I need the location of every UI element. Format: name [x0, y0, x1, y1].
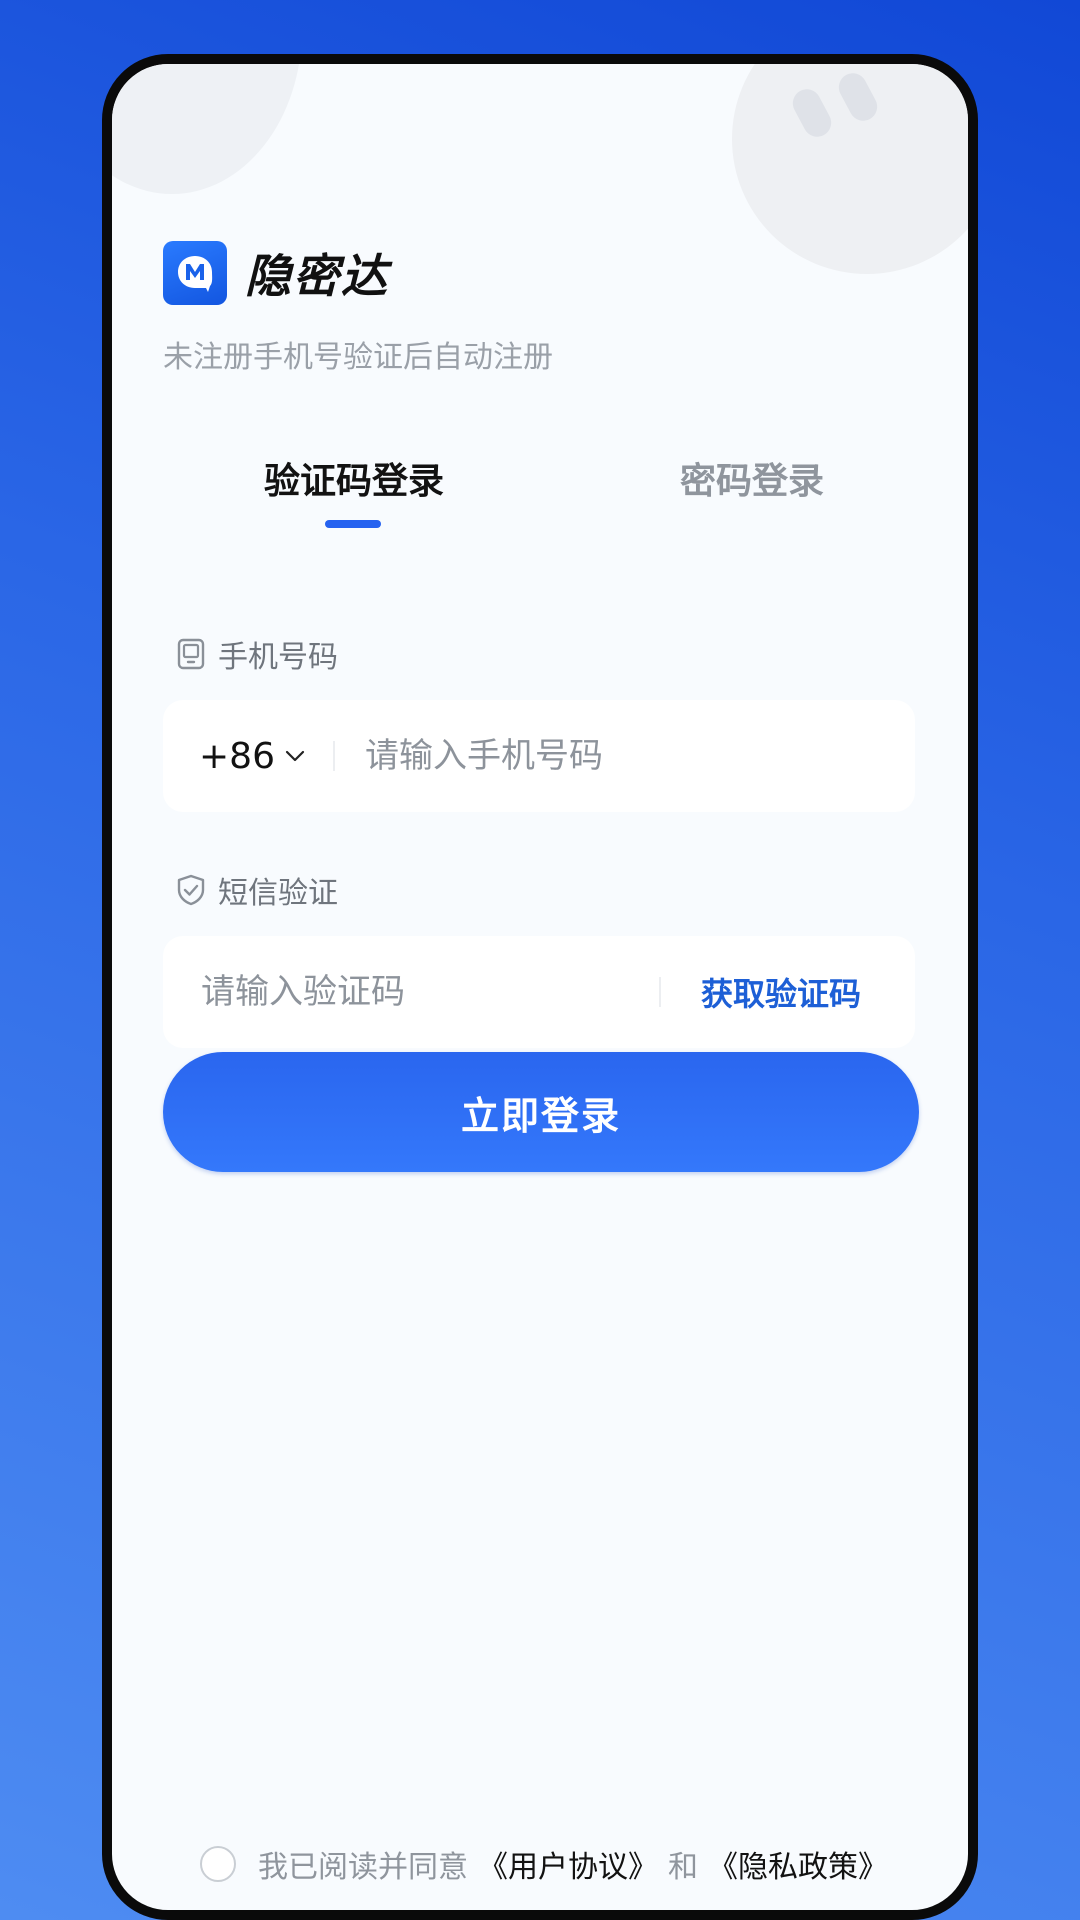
phone-field-label: 手机号码 [176, 634, 338, 675]
privacy-policy-link[interactable]: 《隐私政策》 [708, 1842, 888, 1886]
app-logo-icon [163, 241, 227, 305]
country-code-value: +86 [199, 735, 275, 777]
user-agreement-link[interactable]: 《用户协议》 [478, 1842, 658, 1886]
agreement-checkbox[interactable] [200, 1846, 236, 1882]
phone-input-box: +86 [163, 700, 915, 812]
login-button[interactable]: 立即登录 [163, 1052, 919, 1172]
sms-field-label: 短信验证 [176, 870, 338, 911]
phone-frame: 隐密达 未注册手机号验证后自动注册 验证码登录 密码登录 手机号码 +86 短信… [102, 54, 978, 1920]
agreement-conjunction: 和 [668, 1850, 698, 1885]
sms-code-input-box: 获取验证码 [163, 936, 915, 1048]
phone-icon [177, 638, 205, 670]
active-tab-indicator [325, 520, 381, 528]
logo-row: 隐密达 [163, 240, 389, 306]
get-code-button[interactable]: 获取验证码 [701, 969, 861, 1015]
sms-code-input[interactable] [199, 971, 643, 1013]
agreement-row: 我已阅读并同意 《用户协议》 和 《隐私政策》 [200, 1842, 888, 1886]
decorative-circle-left [112, 64, 302, 194]
sms-field-label-text: 短信验证 [218, 876, 338, 911]
register-hint: 未注册手机号验证后自动注册 [163, 340, 553, 375]
phone-number-input[interactable] [362, 735, 787, 777]
country-code-selector[interactable]: +86 [199, 736, 305, 777]
agreement-prefix: 我已阅读并同意 [258, 1850, 468, 1885]
tab-sms-login[interactable]: 验证码登录 [224, 452, 484, 504]
app-name: 隐密达 [245, 249, 389, 303]
tab-password-login[interactable]: 密码登录 [622, 452, 882, 504]
chevron-down-icon [285, 750, 305, 762]
divider [332, 741, 335, 771]
divider [659, 977, 661, 1007]
phone-field-label-text: 手机号码 [218, 640, 338, 675]
shield-check-icon [177, 874, 205, 906]
